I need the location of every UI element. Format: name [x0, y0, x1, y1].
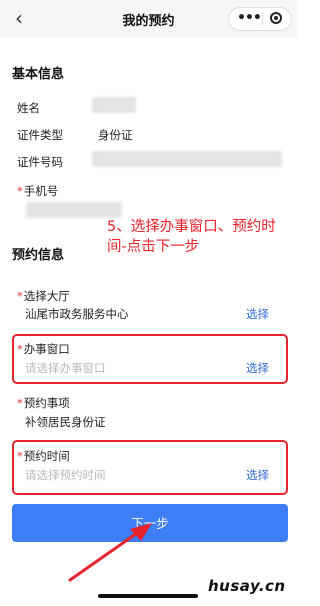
- red-arrow-annotation: [68, 523, 152, 582]
- watermark: husay.cn: [208, 577, 286, 595]
- arrow-head: [130, 523, 152, 541]
- home-indicator: [98, 594, 198, 598]
- arrow-shaft: [68, 529, 142, 582]
